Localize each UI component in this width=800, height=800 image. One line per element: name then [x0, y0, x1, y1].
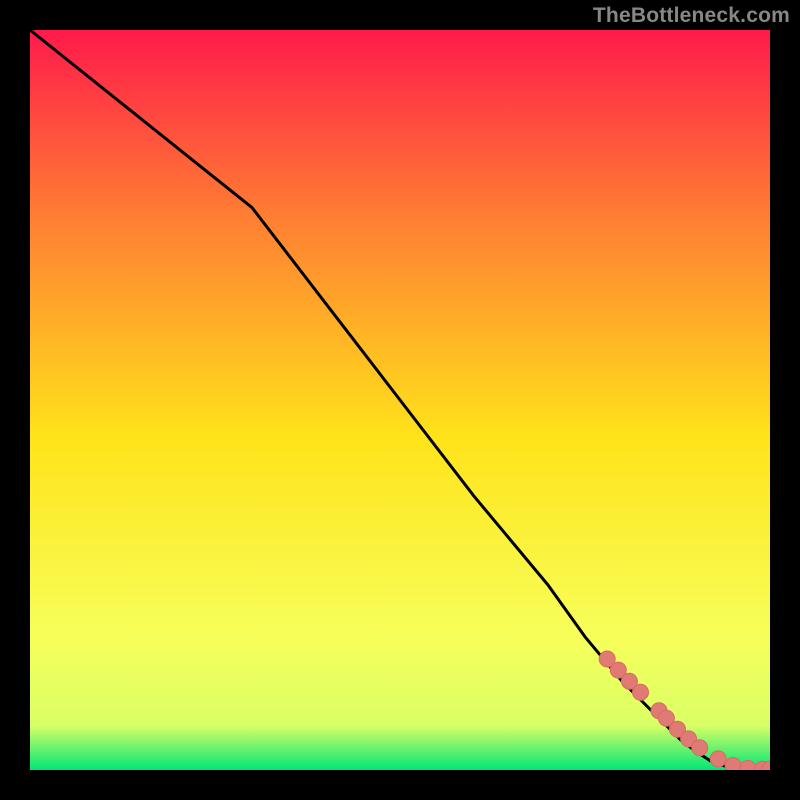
data-marker [710, 751, 726, 767]
watermark-text: TheBottleneck.com [593, 4, 790, 28]
plot-area [30, 30, 770, 770]
data-marker [692, 740, 708, 756]
data-marker [633, 684, 649, 700]
chart-svg [30, 30, 770, 770]
chart-frame: TheBottleneck.com [0, 0, 800, 800]
data-marker [725, 758, 741, 770]
